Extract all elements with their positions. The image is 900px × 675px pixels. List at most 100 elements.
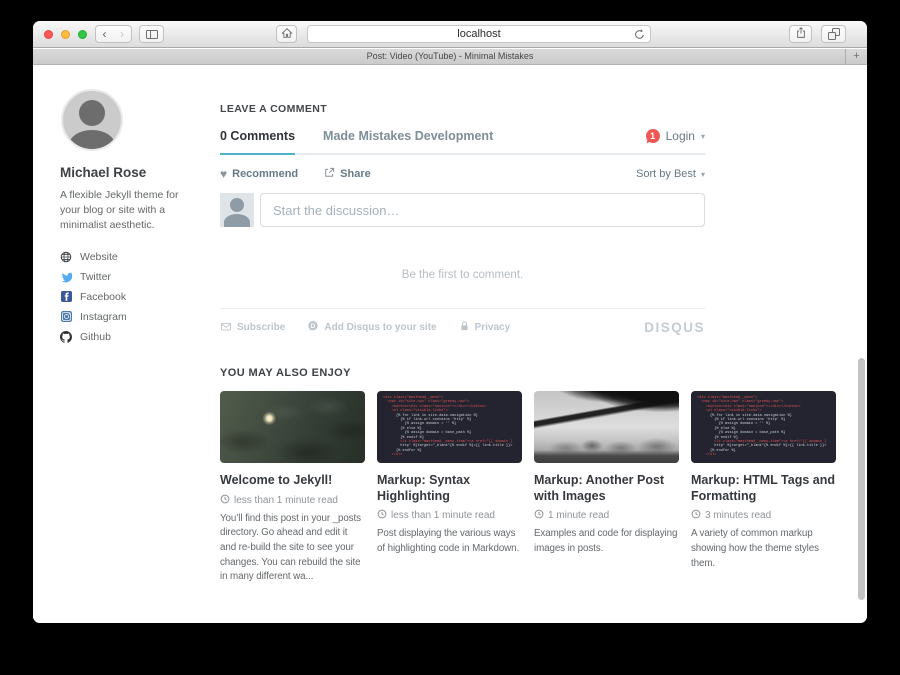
sidebar-link-label: Instagram: [80, 311, 127, 323]
subscribe-label: Subscribe: [237, 322, 285, 333]
facebook-icon: [60, 291, 72, 303]
disqus-tab-bar: 0 Comments Made Mistakes Development 1 L…: [220, 129, 705, 155]
comments-heading: LEAVE A COMMENT: [220, 103, 705, 115]
related-heading: YOU MAY ALSO ENJOY: [220, 367, 836, 379]
sort-control[interactable]: Sort by Best ▾: [636, 168, 705, 180]
tab-overview-button[interactable]: [821, 25, 846, 43]
post-excerpt: Post displaying the various ways of high…: [377, 527, 522, 556]
clock-icon: [534, 509, 544, 522]
browser-toolbar: ‹ › localhost: [33, 21, 867, 48]
clock-icon: [377, 509, 387, 522]
related-posts-section: YOU MAY ALSO ENJOY Welcome to Jekyll! le…: [220, 367, 836, 585]
subscribe-link[interactable]: Subscribe: [220, 321, 285, 335]
share-label: Share: [340, 168, 371, 180]
recommend-button[interactable]: ♥ Recommend: [220, 168, 298, 180]
post-thumbnail-photo[interactable]: [220, 391, 365, 463]
post-title[interactable]: Markup: HTML Tags and Formatting: [691, 473, 836, 504]
add-disqus-label: Add Disqus to your site: [324, 322, 436, 333]
back-button[interactable]: ‹: [95, 25, 114, 43]
author-profile: Michael Rose A flexible Jekyll theme for…: [60, 89, 210, 351]
commenter-avatar: [220, 193, 254, 227]
sidebar-link-twitter[interactable]: Twitter: [60, 271, 210, 283]
related-post-card: Markup: Another Post with Images 1 minut…: [534, 391, 679, 585]
active-tab[interactable]: Post: Video (YouTube) - Minimal Mistakes: [33, 49, 867, 64]
notification-badge: 1: [646, 129, 660, 143]
home-icon: [281, 27, 293, 42]
tab-comment-count[interactable]: 0 Comments: [220, 129, 295, 143]
privacy-link[interactable]: Privacy: [459, 320, 511, 335]
sidebar-link-label: Facebook: [80, 291, 126, 303]
related-post-card: <div class="masthead__menu"> <nav id="si…: [377, 391, 522, 585]
post-title[interactable]: Welcome to Jekyll!: [220, 473, 365, 489]
avatar: [61, 89, 123, 151]
scrollbar-thumb[interactable]: [858, 358, 865, 600]
close-button[interactable]: [44, 30, 53, 39]
sidebar-toggle-button[interactable]: [139, 25, 164, 43]
tab-community[interactable]: Made Mistakes Development: [323, 129, 493, 143]
share-page-button[interactable]: [789, 25, 812, 43]
home-button[interactable]: [276, 25, 297, 43]
sort-label: Sort by Best: [636, 168, 696, 180]
sidebar-link-website[interactable]: Website: [60, 251, 210, 263]
clock-icon: [220, 494, 230, 507]
share-thread-button[interactable]: Share: [324, 167, 371, 181]
forward-button[interactable]: ›: [113, 25, 132, 43]
comment-input[interactable]: [260, 193, 705, 227]
disqus-bubble-icon: D: [307, 320, 319, 335]
related-post-card: Welcome to Jekyll! less than 1 minute re…: [220, 391, 365, 585]
read-time: less than 1 minute read: [234, 495, 338, 506]
post-thumbnail-code[interactable]: <div class="masthead__menu"> <nav id="si…: [377, 391, 522, 463]
forward-icon: ›: [120, 27, 124, 41]
related-cards: Welcome to Jekyll! less than 1 minute re…: [220, 391, 836, 585]
browser-window: ‹ › localhost Post: Video: [33, 21, 867, 623]
chevron-down-icon: ▾: [701, 170, 705, 179]
related-post-card: <div class="masthead__menu"> <nav id="si…: [691, 391, 836, 585]
post-title[interactable]: Markup: Another Post with Images: [534, 473, 679, 504]
address-bar[interactable]: localhost: [307, 25, 651, 43]
back-icon: ‹: [103, 27, 107, 41]
post-meta: less than 1 minute read: [220, 494, 365, 507]
post-thumbnail-code[interactable]: <div class="masthead__menu"> <nav id="si…: [691, 391, 836, 463]
author-bio: A flexible Jekyll theme for your blog or…: [60, 188, 201, 234]
sidebar-link-instagram[interactable]: Instagram: [60, 311, 210, 323]
globe-icon: [60, 251, 72, 263]
author-links: Website Twitter Facebook: [60, 251, 210, 343]
chevron-down-icon: ▾: [701, 132, 705, 141]
read-time: 3 minutes read: [705, 510, 771, 521]
refresh-icon[interactable]: [633, 28, 646, 46]
read-time: 1 minute read: [548, 510, 609, 521]
post-title[interactable]: Markup: Syntax Highlighting: [377, 473, 522, 504]
twitter-icon: [60, 271, 72, 283]
post-meta: 1 minute read: [534, 509, 679, 522]
post-excerpt: You’ll find this post in your _posts dir…: [220, 512, 365, 585]
comment-composer: [220, 193, 705, 227]
clock-icon: [691, 509, 701, 522]
sidebar-link-facebook[interactable]: Facebook: [60, 291, 210, 303]
svg-text:D: D: [311, 323, 316, 330]
page-content: Michael Rose A flexible Jekyll theme for…: [33, 65, 867, 623]
empty-state-message: Be the first to comment.: [220, 269, 705, 281]
lock-icon: [459, 320, 470, 335]
new-tab-button[interactable]: +: [845, 49, 867, 64]
login-control[interactable]: 1 Login ▾: [646, 129, 705, 143]
minimize-button[interactable]: [61, 30, 70, 39]
sidebar-link-github[interactable]: Github: [60, 331, 210, 343]
heart-icon: ♥: [220, 169, 227, 179]
window-controls: [44, 30, 87, 39]
post-excerpt: Examples and code for displaying images …: [534, 527, 679, 556]
tab-bar: Post: Video (YouTube) - Minimal Mistakes…: [33, 49, 867, 65]
disqus-logo[interactable]: DISQUS: [644, 320, 705, 335]
github-icon: [60, 331, 72, 343]
share-arrow-icon: [324, 167, 335, 181]
add-disqus-link[interactable]: D Add Disqus to your site: [307, 320, 436, 335]
zoom-button[interactable]: [78, 30, 87, 39]
author-name: Michael Rose: [60, 165, 210, 180]
divider: [220, 308, 705, 309]
post-meta: less than 1 minute read: [377, 509, 522, 522]
instagram-icon: [60, 311, 72, 323]
post-thumbnail-photo[interactable]: [534, 391, 679, 463]
share-icon: [795, 26, 807, 42]
sidebar-link-label: Twitter: [80, 271, 111, 283]
read-time: less than 1 minute read: [391, 510, 495, 521]
post-meta: 3 minutes read: [691, 509, 836, 522]
